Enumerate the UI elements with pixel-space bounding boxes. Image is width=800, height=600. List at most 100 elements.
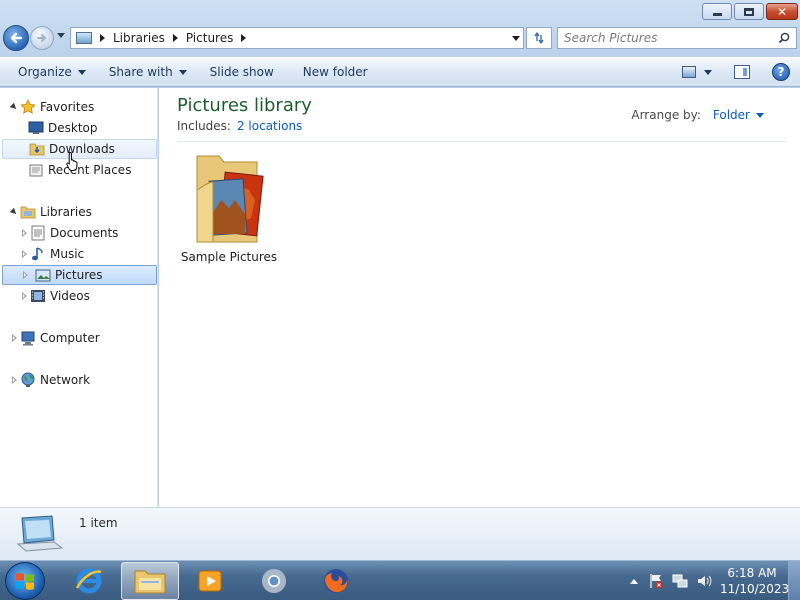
network-globe-icon	[20, 372, 36, 388]
nav-music[interactable]: Music	[18, 244, 156, 264]
taskbar-internet-explorer[interactable]	[60, 562, 118, 600]
arrange-by-dropdown[interactable]: Folder	[713, 108, 750, 122]
taskbar-chrome[interactable]	[245, 562, 303, 600]
breadcrumb-libraries[interactable]: Libraries	[113, 31, 165, 45]
downloads-folder-icon	[29, 141, 45, 157]
nav-libraries[interactable]: Libraries	[8, 202, 156, 222]
media-player-icon	[198, 570, 222, 592]
nav-music-label: Music	[50, 247, 85, 261]
details-pane: 1 item	[0, 507, 800, 560]
organize-menu[interactable]: Organize	[0, 58, 95, 86]
volume-speaker-icon[interactable]	[696, 573, 712, 589]
breadcrumb-pictures[interactable]: Pictures	[186, 31, 234, 45]
organize-label: Organize	[18, 65, 72, 79]
nav-downloads-label: Downloads	[49, 142, 115, 156]
navigation-pane: Favorites Desktop Downloads Recent Place…	[0, 88, 158, 507]
divider	[177, 141, 788, 142]
nav-pictures[interactable]: Pictures	[2, 265, 157, 285]
item-count: 1 item	[79, 516, 118, 530]
clock-time: 6:18 AM	[727, 566, 777, 580]
firefox-icon	[324, 569, 348, 593]
caption-buttons: ✕	[702, 3, 798, 20]
desktop-icon	[28, 120, 44, 136]
nav-favorites-label: Favorites	[40, 100, 95, 114]
nav-desktop[interactable]: Desktop	[28, 118, 156, 138]
nav-computer-label: Computer	[40, 331, 100, 345]
minimize-button[interactable]	[702, 3, 732, 20]
chevron-down-icon[interactable]	[756, 112, 764, 118]
library-title: Pictures library	[177, 95, 312, 116]
nav-recent-places[interactable]: Recent Places	[28, 160, 156, 180]
slide-show-label: Slide show	[209, 65, 274, 79]
nav-computer[interactable]: Computer	[8, 328, 156, 348]
arrange-by-control: Arrange by: Folder	[631, 108, 764, 122]
nav-documents[interactable]: Documents	[18, 223, 156, 243]
taskbar-windows-media-player[interactable]	[182, 562, 240, 600]
search-box	[557, 27, 797, 49]
taskbar-firefox[interactable]	[307, 562, 365, 600]
action-center-flag-icon[interactable]	[648, 573, 664, 589]
show-desktop-button[interactable]	[788, 561, 800, 600]
windows-logo-icon	[16, 573, 34, 590]
back-button[interactable]	[3, 25, 29, 51]
search-icon[interactable]	[778, 32, 790, 44]
nav-pictures-label: Pictures	[55, 268, 103, 282]
forward-button[interactable]	[30, 26, 54, 50]
refresh-button[interactable]	[526, 27, 552, 49]
clock-date: 11/10/2023	[720, 582, 790, 596]
collapsed-arrow-icon[interactable]	[20, 229, 28, 237]
clock[interactable]: 6:18 AM 11/10/2023	[720, 565, 790, 597]
folder-item[interactable]: Sample Pictures	[179, 150, 279, 268]
film-strip-icon	[30, 288, 46, 304]
windows-explorer-icon	[134, 570, 166, 594]
taskbar: 6:18 AM 11/10/2023	[0, 560, 800, 600]
chevron-down-icon	[77, 69, 86, 75]
collapsed-arrow-icon[interactable]	[20, 250, 28, 258]
close-button[interactable]: ✕	[766, 3, 798, 20]
nav-desktop-label: Desktop	[48, 121, 98, 135]
command-bar: Organize Share with Slide show New folde…	[0, 57, 800, 87]
recent-pages-dropdown[interactable]	[57, 33, 65, 38]
breadcrumb-separator[interactable]	[172, 34, 178, 42]
search-input[interactable]	[564, 29, 774, 47]
nav-favorites[interactable]: Favorites	[8, 97, 156, 117]
change-view-icon[interactable]	[682, 66, 696, 78]
nav-videos[interactable]: Videos	[18, 286, 156, 306]
library-location-icon	[76, 32, 92, 44]
nav-network[interactable]: Network	[8, 370, 156, 390]
libraries-icon	[20, 204, 36, 220]
restore-button[interactable]	[734, 3, 764, 20]
share-with-label: Share with	[108, 65, 173, 79]
start-button[interactable]	[5, 562, 45, 600]
nav-libraries-label: Libraries	[40, 205, 92, 219]
collapsed-arrow-icon[interactable]	[21, 271, 29, 279]
view-options-dropdown[interactable]	[704, 69, 712, 75]
expanded-arrow-icon[interactable]	[9, 207, 19, 217]
breadcrumb-separator[interactable]	[100, 34, 105, 42]
network-status-icon[interactable]	[672, 573, 688, 589]
show-hidden-icons-icon[interactable]	[630, 578, 638, 584]
pictures-icon	[35, 267, 51, 283]
collapsed-arrow-icon[interactable]	[10, 376, 18, 384]
chrome-icon	[262, 569, 286, 593]
address-bar[interactable]: Libraries Pictures	[70, 27, 524, 49]
arrange-by-label: Arrange by:	[631, 108, 701, 122]
preview-pane-icon[interactable]	[734, 65, 750, 79]
share-with-menu[interactable]: Share with	[95, 58, 196, 86]
taskbar-windows-explorer[interactable]	[121, 562, 179, 600]
slide-show-button[interactable]: Slide show	[196, 58, 283, 86]
close-icon: ✕	[776, 4, 788, 19]
expanded-arrow-icon[interactable]	[9, 102, 19, 112]
nav-documents-label: Documents	[50, 226, 119, 240]
address-history-dropdown[interactable]	[512, 36, 520, 41]
help-icon[interactable]: ?	[772, 63, 790, 81]
navigation-bar: Libraries Pictures	[0, 24, 800, 54]
folder-with-pictures-icon	[196, 155, 264, 243]
new-folder-button[interactable]: New folder	[283, 58, 377, 86]
collapsed-arrow-icon[interactable]	[10, 334, 18, 342]
forward-arrow-icon	[37, 34, 46, 42]
breadcrumb-separator[interactable]	[241, 34, 247, 42]
collapsed-arrow-icon[interactable]	[20, 292, 28, 300]
includes-locations-link[interactable]: 2 locations	[237, 119, 302, 133]
chevron-down-icon	[178, 69, 187, 75]
